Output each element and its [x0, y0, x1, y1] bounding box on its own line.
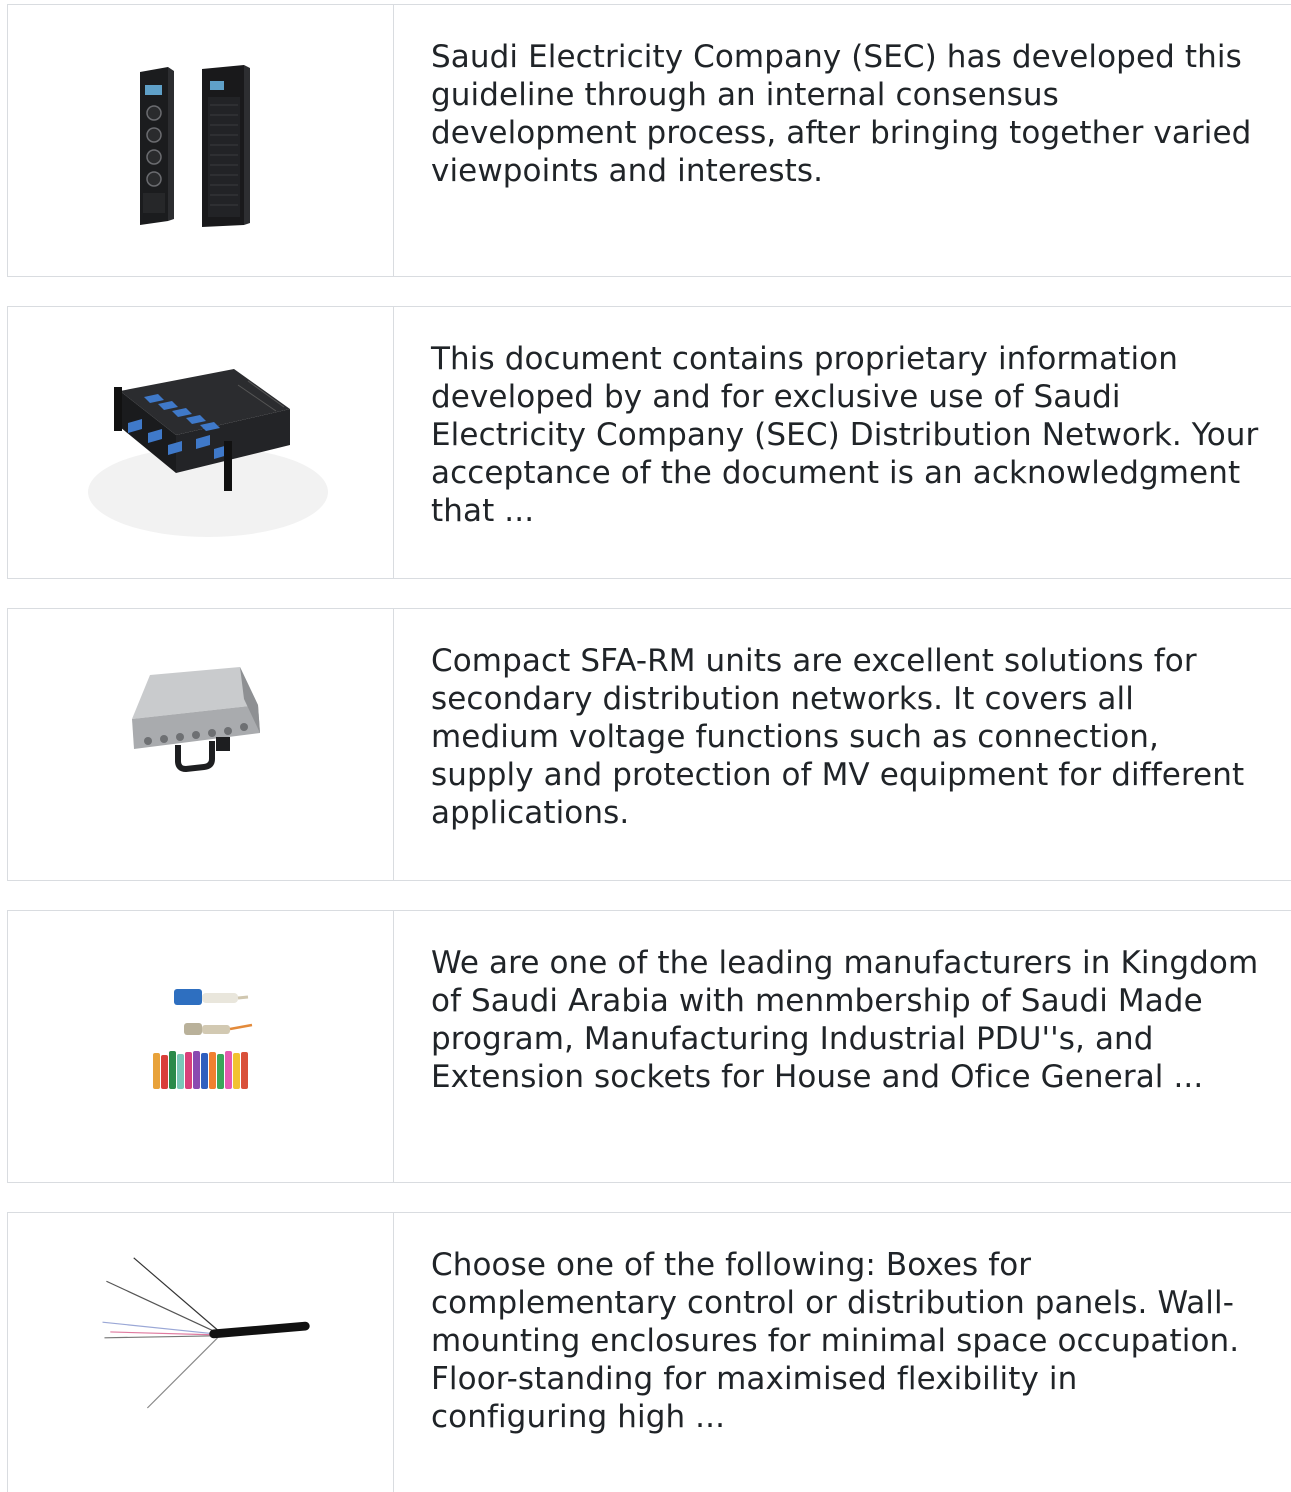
list-item[interactable]: We are one of the leading manufacturers …	[7, 910, 1291, 1183]
fiber-connectors-product-icon	[153, 989, 253, 1089]
product-thumbnail[interactable]	[8, 1213, 394, 1492]
cooling-cabinet-product-icon	[140, 65, 250, 227]
list-item[interactable]: Saudi Electricity Company (SEC) has deve…	[7, 4, 1291, 277]
product-thumbnail[interactable]	[8, 5, 394, 276]
product-thumbnail[interactable]	[8, 609, 394, 880]
product-thumbnail[interactable]	[8, 307, 394, 578]
multicore-cable-product-icon	[102, 1257, 310, 1409]
product-thumbnail[interactable]	[8, 911, 394, 1182]
item-description: Compact SFA-RM units are excellent solut…	[431, 643, 1245, 831]
list-item[interactable]: This document contains proprietary infor…	[7, 306, 1291, 579]
item-description: Saudi Electricity Company (SEC) has deve…	[431, 39, 1252, 189]
fiber-patch-panel-product-icon	[88, 369, 328, 537]
list-item[interactable]: Compact SFA-RM units are excellent solut…	[7, 608, 1291, 881]
item-description: We are one of the leading manufacturers …	[431, 945, 1259, 1095]
list-item[interactable]: Choose one of the following: Boxes for c…	[7, 1212, 1291, 1492]
sfa-rm-unit-product-icon	[132, 667, 260, 773]
item-description: This document contains proprietary infor…	[431, 341, 1259, 529]
product-list: Saudi Electricity Company (SEC) has deve…	[7, 4, 1291, 1492]
item-description: Choose one of the following: Boxes for c…	[431, 1247, 1240, 1435]
